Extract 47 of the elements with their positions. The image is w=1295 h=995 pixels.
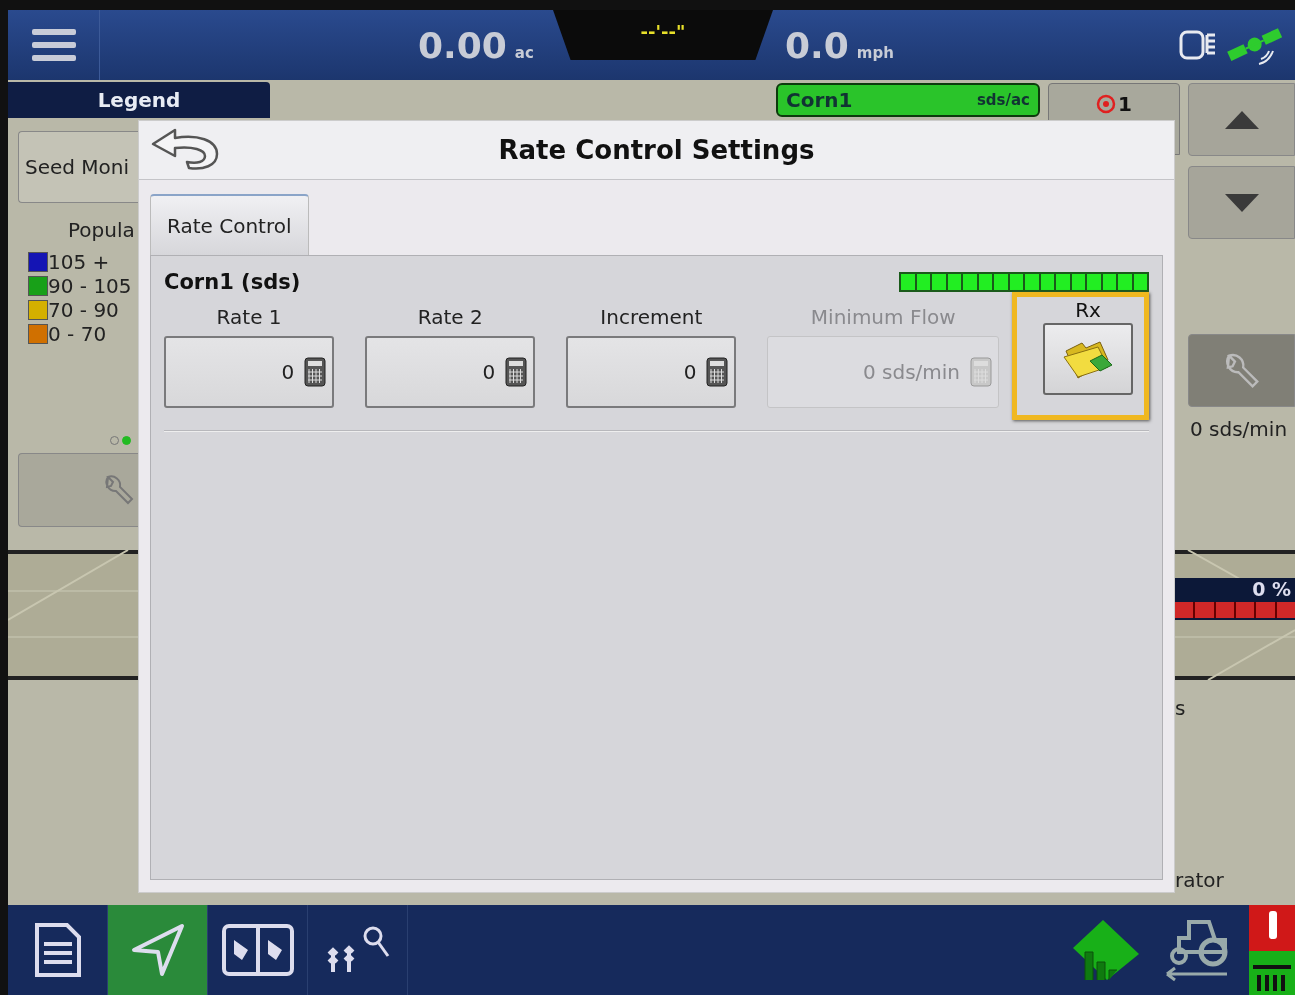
number-field: 0 sds/min (767, 336, 999, 408)
legend-label: 0 - 70 (48, 322, 107, 346)
product-badge[interactable]: Corn1 sds/ac (776, 83, 1040, 117)
scroll-down-button[interactable] (1188, 166, 1295, 239)
panel-label: s (1175, 696, 1186, 720)
menu-icon (31, 27, 76, 63)
heading-readout: --'--" (553, 10, 773, 60)
field-label: Rate 2 (416, 304, 484, 331)
down-arrow-icon (1224, 193, 1259, 212)
device-icon[interactable] (1179, 29, 1217, 61)
speed-readout: 0.0 mph (785, 24, 894, 66)
number-field[interactable]: 0 (164, 336, 335, 408)
scroll-up-button[interactable] (1188, 83, 1295, 156)
field-label: Rx (1075, 297, 1101, 323)
split-screen-icon (221, 924, 294, 976)
legend-label: 70 - 90 (48, 298, 119, 322)
prescription-button[interactable] (1043, 323, 1133, 395)
mode-button[interactable]: Seed Moni (18, 131, 138, 203)
product-name: Corn1 (sds) (164, 270, 301, 294)
area-readout: 0.00 ac (418, 24, 535, 66)
coverage-reading: 0 % (1251, 578, 1292, 602)
page-dot[interactable] (122, 436, 131, 445)
up-arrow-icon (1224, 110, 1259, 129)
implement-icon[interactable] (1249, 905, 1295, 995)
document-icon (33, 922, 82, 978)
target-icon (1096, 94, 1117, 114)
field-label: Increment (599, 304, 704, 331)
flow-reading: 0 sds/min (1190, 417, 1289, 441)
panel-label: rator (1175, 868, 1224, 892)
legend-tab[interactable]: Legend (8, 82, 270, 118)
wrench-icon (102, 473, 136, 507)
calculator-icon (304, 357, 327, 387)
number-field[interactable]: 0 (365, 336, 536, 408)
legend-heading: Popula (68, 218, 136, 242)
number-field[interactable]: 0 (566, 336, 737, 408)
calculator-icon (505, 357, 528, 387)
navigation-arrow-icon (129, 922, 186, 978)
field-label: Minimum Flow (809, 304, 957, 331)
field-chart-icon[interactable] (1071, 918, 1141, 982)
calculator-icon (706, 357, 729, 387)
legend-label: 90 - 105 (48, 274, 132, 298)
field-label: Rate 1 (215, 304, 283, 331)
folder-icon (1062, 339, 1114, 379)
legend-label: 105 + (48, 250, 110, 274)
calculator-icon (970, 357, 992, 387)
dialog-title: Rate Control Settings (498, 135, 815, 165)
tab[interactable]: Rate Control (150, 194, 309, 256)
